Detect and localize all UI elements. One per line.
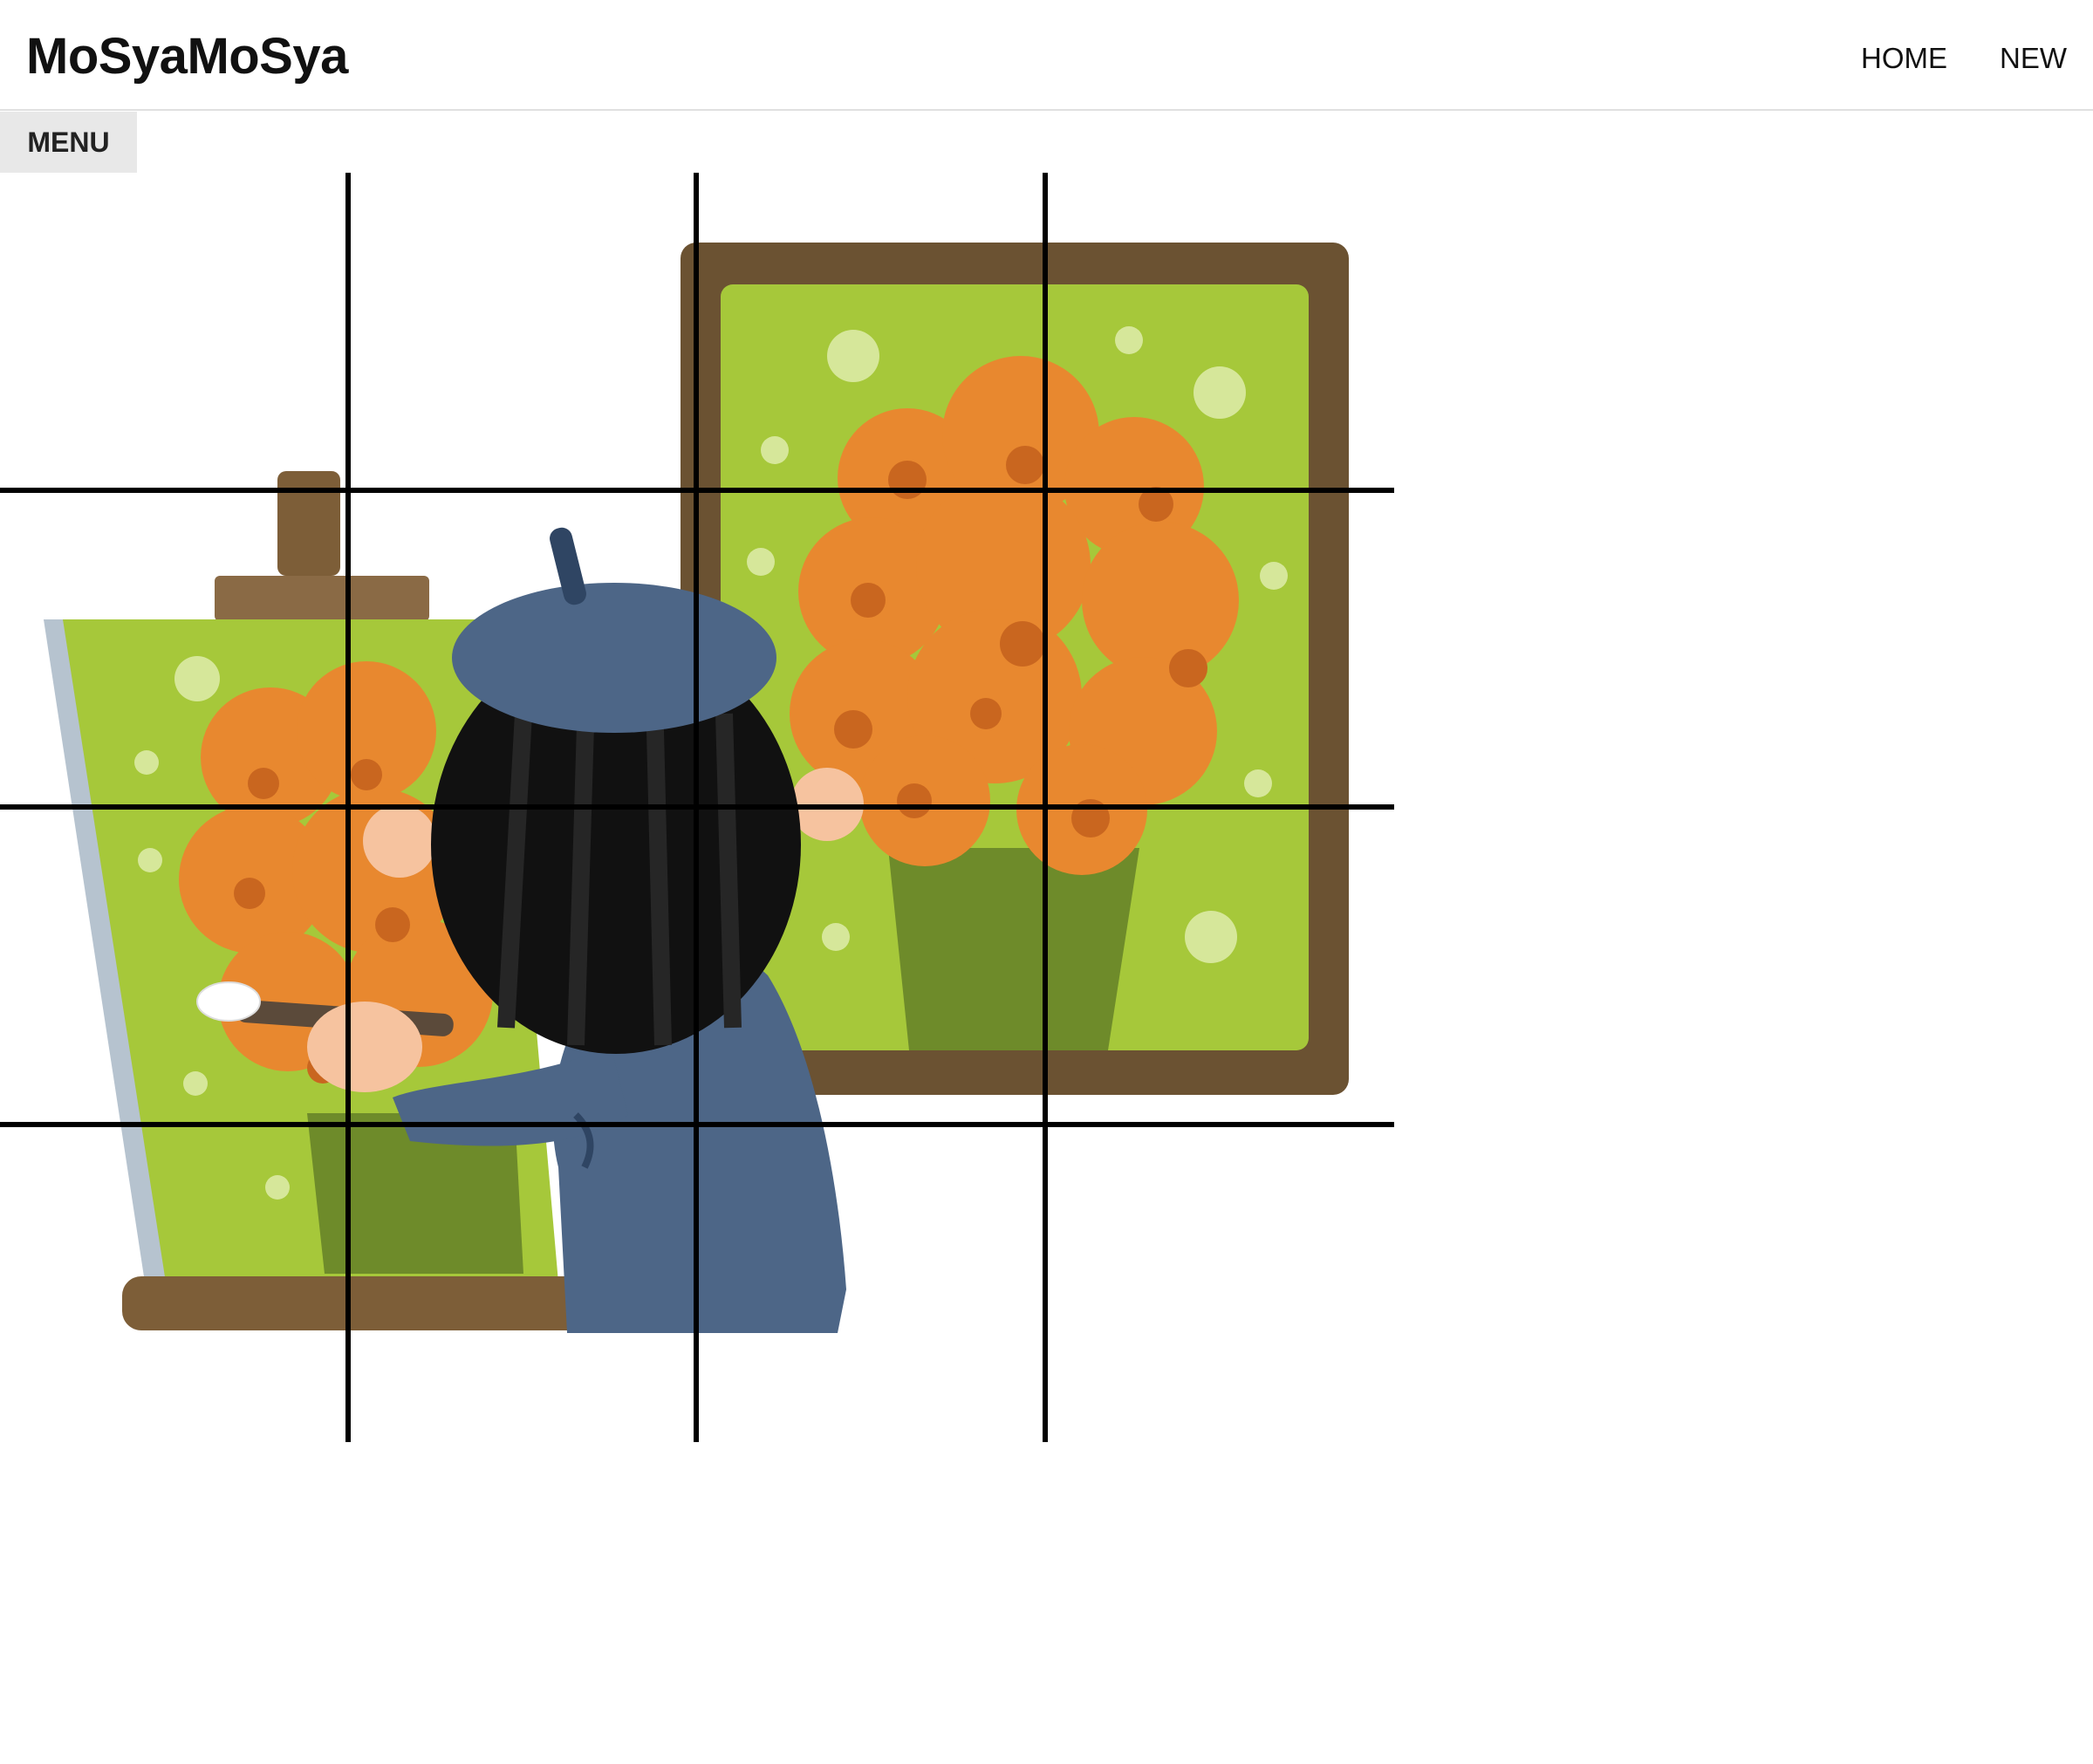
top-nav: HOME NEW [1861,44,2067,72]
framed-picture [681,243,1349,1095]
nav-home-link[interactable]: HOME [1861,44,1947,72]
site-header: MoSyaMoSya HOME NEW [0,0,2093,111]
menu-button[interactable]: MENU [0,112,137,173]
site-logo[interactable]: MoSyaMoSya [26,31,348,82]
nav-new-link[interactable]: NEW [2000,44,2067,72]
drawing-canvas[interactable] [0,173,1396,1442]
painter-illustration [0,173,1394,1442]
